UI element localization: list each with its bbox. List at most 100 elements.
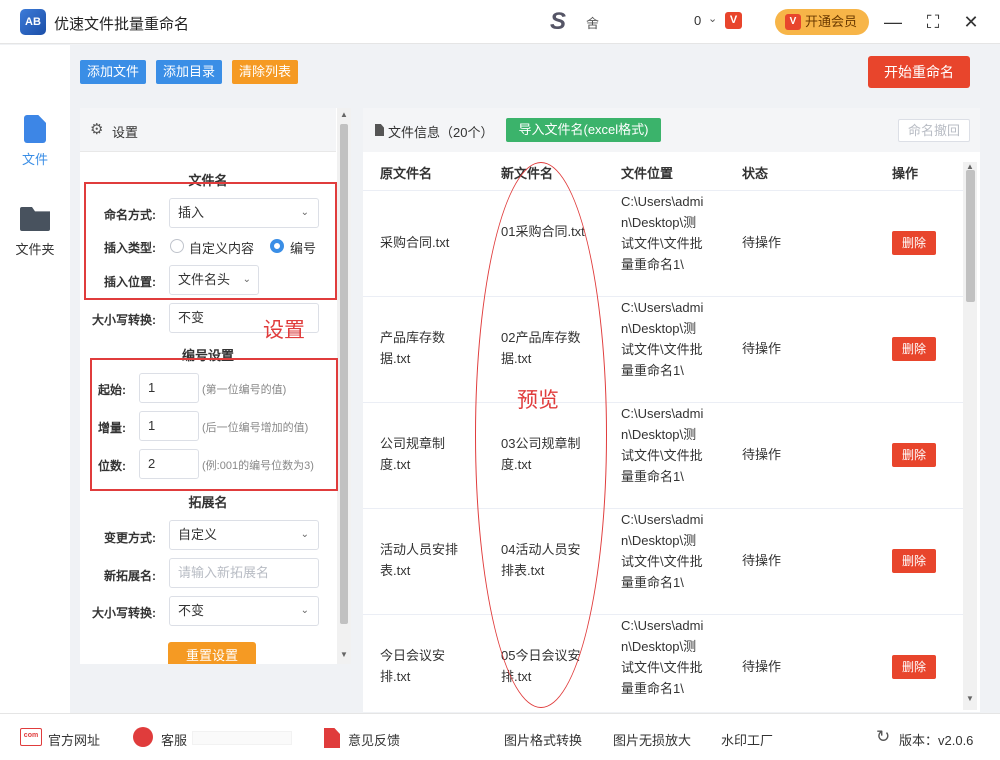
cell-location: C:\Users\admin\Desktop\测试文件\文件批量重命名1\	[621, 300, 704, 378]
website-link[interactable]: 官方网址	[48, 730, 100, 749]
folder-icon	[20, 207, 50, 231]
cell-location: C:\Users\admin\Desktop\测试文件\文件批量重命名1\	[621, 406, 704, 484]
settings-title: 设置	[112, 125, 139, 140]
rail-item-file[interactable]: 文件	[0, 115, 70, 187]
delete-button[interactable]: 删除	[892, 549, 936, 573]
undo-rename-button[interactable]: 命名撤回	[898, 119, 970, 142]
customer-service-link[interactable]: 客服	[161, 730, 187, 749]
rail-item-label: 文件	[21, 152, 48, 167]
settings-annotation: 设置	[263, 319, 305, 342]
column-header-location: 文件位置	[621, 166, 674, 181]
cell-original-name: 公司规章制度.txt	[380, 436, 446, 472]
section-title-ext: 拓展名	[188, 495, 228, 510]
ext-case-value: 不变	[178, 603, 205, 618]
version-label: 版本：v2.0.6	[899, 733, 974, 748]
delete-button[interactable]: 删除	[892, 655, 936, 679]
delete-button[interactable]: 删除	[892, 231, 936, 255]
cell-status: 待操作	[742, 235, 782, 250]
cell-original-name: 产品库存数据.txt	[380, 330, 446, 366]
feedback-link[interactable]: 意见反馈	[348, 730, 400, 749]
preview-highlight-ellipse	[475, 162, 607, 708]
ext-mode-select[interactable]: 自定义 ⌄	[169, 520, 319, 550]
chevron-down-icon[interactable]: ⌄	[708, 12, 717, 25]
start-rename-button[interactable]: 开始重命名	[868, 56, 970, 88]
table-row: 采购合同.txt 01采购合同.txt C:\Users\admin\Deskt…	[363, 191, 963, 297]
cell-status: 待操作	[742, 447, 782, 462]
file-list-scroll-thumb[interactable]	[966, 170, 975, 302]
app-logo-icon: AB	[20, 9, 46, 35]
refresh-icon[interactable]: ↻	[876, 727, 890, 747]
chevron-down-icon: ⌄	[300, 605, 309, 616]
website-icon: com	[20, 728, 42, 746]
coin-count[interactable]: 0	[694, 13, 701, 28]
table-row: 今日会议安排.txt 05今日会议安排.txt C:\Users\admin\D…	[363, 615, 963, 712]
file-icon	[24, 115, 46, 143]
left-rail: 文件 文件夹	[0, 45, 70, 713]
image-convert-link[interactable]: 图片格式转换	[504, 730, 582, 749]
column-header-original: 原文件名	[380, 166, 433, 181]
add-dir-button[interactable]: 添加目录	[156, 60, 223, 84]
import-excel-button[interactable]: 导入文件名(excel格式)	[506, 118, 661, 142]
cell-location: C:\Users\admin\Desktop\测试文件\文件批量重命名1\	[621, 512, 704, 590]
settings-scroll-thumb[interactable]	[340, 124, 348, 624]
cell-status: 待操作	[742, 659, 782, 674]
add-file-button[interactable]: 添加文件	[80, 60, 147, 84]
delete-button[interactable]: 删除	[892, 337, 936, 361]
numbering-highlight-box	[90, 358, 338, 491]
open-vip-button[interactable]: V 开通会员	[775, 9, 869, 35]
cell-location: C:\Users\admin\Desktop\测试文件\文件批量重命名1\	[621, 194, 704, 272]
title-bar: AB 优速文件批量重命名 S 舍 0 ⌄ V V 开通会员 — ⛶ ✕	[0, 0, 1000, 44]
reset-settings-button[interactable]: 重置设置	[168, 642, 256, 664]
rail-item-folder[interactable]: 文件夹	[0, 203, 70, 275]
scroll-down-icon[interactable]: ▼	[963, 694, 977, 703]
new-ext-input[interactable]: 请输入新拓展名	[169, 558, 319, 588]
new-ext-label: 新拓展名:	[104, 569, 156, 583]
file-info-panel: 文件信息（20个） 导入文件名(excel格式) 命名撤回 原文件名 新文件名 …	[363, 108, 980, 712]
cell-location: C:\Users\admin\Desktop\测试文件\文件批量重命名1\	[621, 618, 704, 696]
ext-mode-value: 自定义	[178, 527, 218, 542]
column-header-status: 状态	[742, 166, 769, 181]
user-name[interactable]: 舍	[586, 13, 599, 32]
cell-status: 待操作	[742, 341, 782, 356]
clear-list-button[interactable]: 清除列表	[232, 60, 299, 84]
cell-original-name: 采购合同.txt	[380, 235, 450, 250]
ext-mode-label: 变更方式:	[104, 531, 156, 545]
service-info-blank	[192, 731, 292, 745]
scroll-up-icon[interactable]: ▲	[337, 110, 351, 119]
maximize-button[interactable]: ⛶	[921, 10, 945, 34]
cell-status: 待操作	[742, 553, 782, 568]
image-enlarge-link[interactable]: 图片无损放大	[613, 730, 691, 749]
rail-item-label: 文件夹	[15, 242, 55, 257]
feedback-icon	[324, 728, 340, 748]
vip-icon[interactable]: V	[725, 12, 742, 29]
vip-badge-icon: V	[785, 14, 801, 30]
toolbar: 添加文件 添加目录 清除列表 开始重命名	[70, 45, 1000, 99]
settings-header: ⚙ 设置	[80, 108, 336, 152]
cell-original-name: 今日会议安排.txt	[380, 648, 446, 684]
table-row: 产品库存数据.txt 02产品库存数据.txt C:\Users\admin\D…	[363, 297, 963, 403]
ext-case-select[interactable]: 不变 ⌄	[169, 596, 319, 626]
footer: com 官方网址 客服 意见反馈 图片格式转换 图片无损放大 水印工厂 ↻ 版本…	[0, 713, 1000, 760]
ext-case-label: 大小写转换:	[92, 606, 156, 620]
delete-button[interactable]: 删除	[892, 443, 936, 467]
table-row: 活动人员安排表.txt 04活动人员安排表.txt C:\Users\admin…	[363, 509, 963, 615]
close-button[interactable]: ✕	[959, 10, 983, 34]
preview-annotation: 预览	[517, 389, 559, 412]
scroll-down-icon[interactable]: ▼	[337, 650, 351, 659]
case-convert-label: 大小写转换:	[92, 313, 156, 327]
customer-service-icon	[133, 727, 153, 747]
s-logo-icon: S	[550, 8, 567, 35]
watermark-link[interactable]: 水印工厂	[721, 730, 773, 749]
gear-icon: ⚙	[90, 121, 104, 138]
app-title: 优速文件批量重命名	[54, 16, 190, 33]
table-row: 公司规章制度.txt 03公司规章制度.txt C:\Users\admin\D…	[363, 403, 963, 509]
settings-highlight-box	[84, 182, 337, 300]
open-vip-label: 开通会员	[805, 14, 858, 29]
minimize-button[interactable]: —	[881, 10, 905, 34]
file-info-header: 文件信息（20个） 导入文件名(excel格式) 命名撤回	[363, 108, 980, 152]
scroll-up-icon[interactable]: ▲	[963, 162, 977, 171]
cell-original-name: 活动人员安排表.txt	[380, 542, 459, 578]
column-header-action: 操作	[892, 166, 919, 181]
document-icon	[375, 124, 384, 136]
chevron-down-icon: ⌄	[300, 529, 309, 540]
